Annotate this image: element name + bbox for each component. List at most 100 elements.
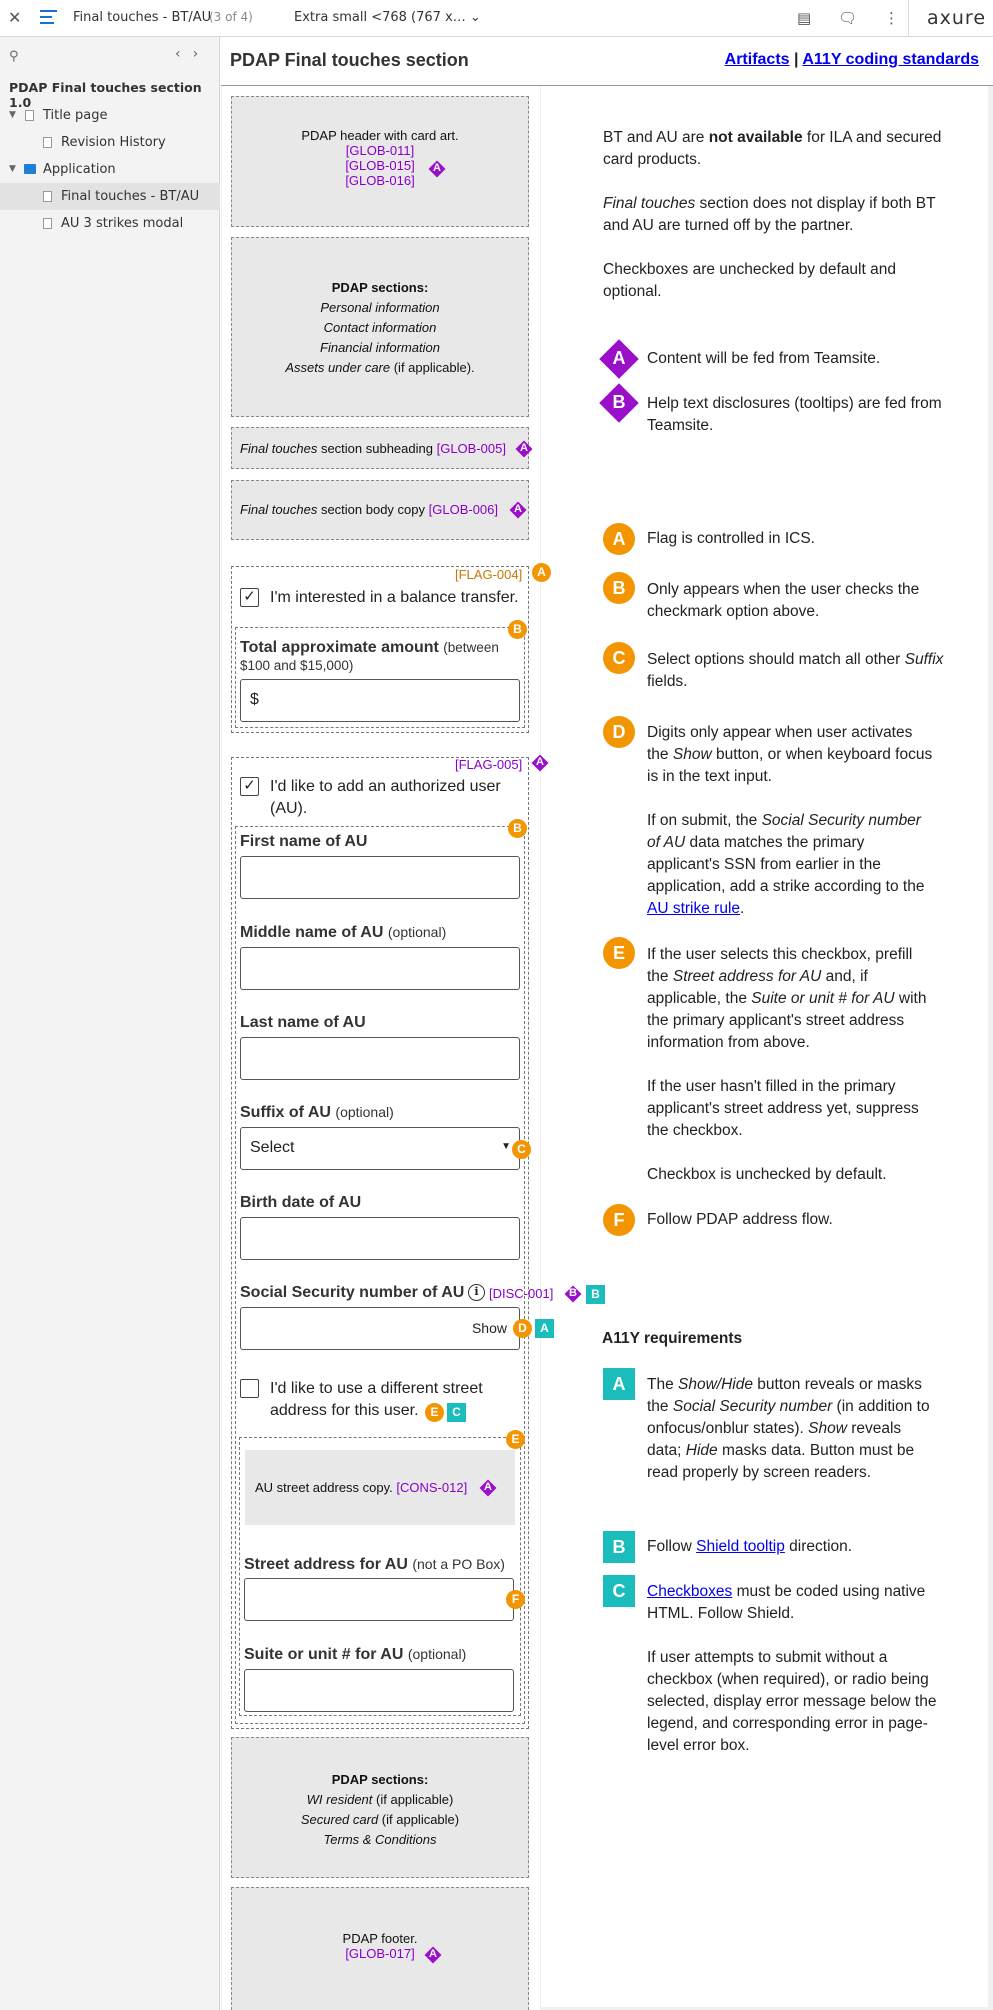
sidebar-item-label: Title page	[43, 108, 108, 123]
caret-down-icon: ▼	[501, 1141, 511, 1152]
chevron-right-icon[interactable]: ›	[193, 46, 211, 62]
sidebar-item-application[interactable]: ▼ Application	[0, 156, 220, 183]
page-heading: PDAP Final touches section	[230, 50, 469, 70]
marker-circle-b: B	[508, 620, 527, 639]
checkboxes-link[interactable]: Checkboxes	[647, 1583, 732, 1600]
sidebar: ⚲ ‹› PDAP Final touches section 1.0 ▼ Ti…	[0, 37, 220, 2010]
note-marker-diamond-b: B	[599, 383, 639, 423]
page-menu-icon[interactable]	[40, 10, 57, 24]
shield-tooltip-link[interactable]: Shield tooltip	[696, 1538, 785, 1555]
first-name-label: First name of AU	[240, 833, 368, 850]
sidebar-item-au-strikes-modal[interactable]: AU 3 strikes modal	[0, 210, 220, 237]
note-square-c-2: If user attempts to submit without a che…	[647, 1649, 937, 1754]
page-header: PDAP Final touches section Artifacts | A…	[221, 37, 993, 86]
page-nav: ‹›	[175, 46, 210, 62]
ssn-input[interactable]: Show	[240, 1307, 520, 1350]
au-checkbox-label: I'd like to add an authorized user (AU).	[270, 778, 501, 817]
note-f: Follow PDAP address flow.	[647, 1211, 833, 1228]
note-d-2: If on submit, the Social Security number…	[647, 812, 925, 917]
note-marker-circle-a: A	[603, 523, 635, 555]
subheading-block: Final touches section subheading [GLOB-0…	[231, 427, 529, 469]
section-item: Assets under care (if applicable).	[285, 360, 475, 375]
ref-glob-006: [GLOB-006]	[428, 502, 498, 517]
marker-diamond-a: A	[428, 160, 446, 178]
footer-text: PDAP footer.	[342, 1931, 418, 1946]
more-options-icon[interactable]: ⋮	[884, 9, 899, 27]
marker-diamond-a: A	[531, 754, 549, 772]
marker-circle-f: F	[506, 1590, 525, 1609]
sidebar-item-label: AU 3 strikes modal	[61, 216, 184, 231]
header-links: Artifacts | A11Y coding standards	[725, 51, 979, 69]
address-copy-block: AU street address copy. [CONS-012]	[245, 1450, 515, 1525]
marker-circle-e: E	[506, 1430, 525, 1449]
birth-date-input[interactable]	[240, 1217, 520, 1260]
street-address-input[interactable]	[244, 1578, 514, 1621]
ref-glob-015: [GLOB-015]	[345, 158, 415, 173]
section-item: Personal information	[320, 300, 440, 315]
suite-label: Suite or unit # for AU (optional)	[244, 1646, 467, 1663]
last-name-input[interactable]	[240, 1037, 520, 1080]
note-e-3: Checkbox is unchecked by default.	[647, 1166, 887, 1183]
link-separator: |	[794, 51, 799, 68]
different-address-checkbox[interactable]	[240, 1379, 259, 1398]
expand-icon[interactable]: ▼	[9, 156, 16, 183]
flag-004: [FLAG-004]	[455, 567, 523, 582]
breakpoint-selector[interactable]: Extra small <768 (767 x… ⌄	[294, 10, 481, 25]
ref-disc-001: [DISC-001]	[489, 1286, 554, 1301]
section-item: Contact information	[323, 320, 437, 335]
note-marker-square-c: C	[603, 1575, 635, 1607]
search-icon[interactable]: ⚲	[9, 49, 19, 64]
section-item: Financial information	[320, 340, 440, 355]
marker-diamond-a: A	[424, 1946, 442, 1964]
note-a: Flag is controlled in ICS.	[647, 530, 815, 547]
middle-name-label: Middle name of AU (optional)	[240, 924, 447, 941]
marker-square-b: B	[586, 1285, 605, 1304]
expand-icon[interactable]: ▼	[9, 102, 16, 129]
section-item: Secured card (if applicable)	[300, 1812, 460, 1827]
bt-checkbox[interactable]: ✓	[240, 588, 259, 607]
page-count: (3 of 4)	[209, 10, 253, 24]
a11y-heading: A11Y requirements	[602, 1330, 743, 1347]
au-checkbox[interactable]: ✓	[240, 777, 259, 796]
note-square-c: Checkboxes must be coded using native HT…	[647, 1583, 926, 1622]
amount-input[interactable]: $	[240, 679, 520, 722]
artifacts-link[interactable]: Artifacts	[725, 51, 790, 68]
pdap-footer-block: PDAP footer. [GLOB-017]	[231, 1887, 529, 2010]
info-icon[interactable]: i	[468, 1284, 485, 1301]
show-button[interactable]: Show	[472, 1320, 507, 1336]
au-strike-rule-link[interactable]: AU strike rule	[647, 900, 740, 917]
comments-icon[interactable]: 🗨	[838, 9, 857, 27]
note-e-2: If the user hasn't filled in the primary…	[647, 1078, 919, 1139]
notes-icon[interactable]: ▤	[797, 9, 811, 27]
note-marker-diamond-a: A	[599, 339, 639, 379]
pdap-sections-bottom: PDAP sections: WI resident (if applicabl…	[231, 1737, 529, 1878]
marker-square-a: A	[535, 1319, 554, 1338]
sidebar-item-title-page[interactable]: ▼ Title page	[0, 102, 220, 129]
marker-square-c: C	[447, 1403, 466, 1422]
note-diamond-a: Content will be fed from Teamsite.	[647, 350, 881, 367]
note-d: Digits only appear when user activates t…	[647, 724, 933, 785]
marker-circle-c: C	[512, 1140, 531, 1159]
section-item: WI resident (if applicable)	[306, 1792, 454, 1807]
middle-name-input[interactable]	[240, 947, 520, 990]
marker-circle-e: E	[425, 1403, 444, 1422]
chevron-left-icon[interactable]: ‹	[175, 46, 193, 62]
page-title-dropdown[interactable]: Final touches - BT/AU	[73, 10, 211, 25]
a11y-standards-link[interactable]: A11Y coding standards	[802, 51, 979, 68]
sidebar-item-final-touches[interactable]: Final touches - BT/AU	[0, 183, 220, 210]
pdap-header-text: PDAP header with card art.	[301, 128, 459, 143]
suite-input[interactable]	[244, 1669, 514, 1712]
note-intro-3: Checkboxes are unchecked by default and …	[603, 261, 896, 300]
last-name-label: Last name of AU	[240, 1014, 366, 1031]
currency-prefix: $	[250, 691, 259, 708]
suffix-select[interactable]: Select ▼	[240, 1127, 520, 1170]
suffix-label: Suffix of AU (optional)	[240, 1104, 394, 1121]
close-icon[interactable]: ✕	[8, 8, 21, 27]
marker-circle-a: A	[532, 563, 551, 582]
ssn-label: Social Security number of AU	[240, 1284, 465, 1301]
first-name-input[interactable]	[240, 856, 520, 899]
note-intro-2: Final touches section does not display i…	[603, 195, 936, 234]
sidebar-item-revision-history[interactable]: Revision History	[0, 129, 220, 156]
ref-glob-011: [GLOB-011]	[345, 143, 415, 158]
bt-checkbox-label: I'm interested in a balance transfer.	[270, 589, 519, 606]
